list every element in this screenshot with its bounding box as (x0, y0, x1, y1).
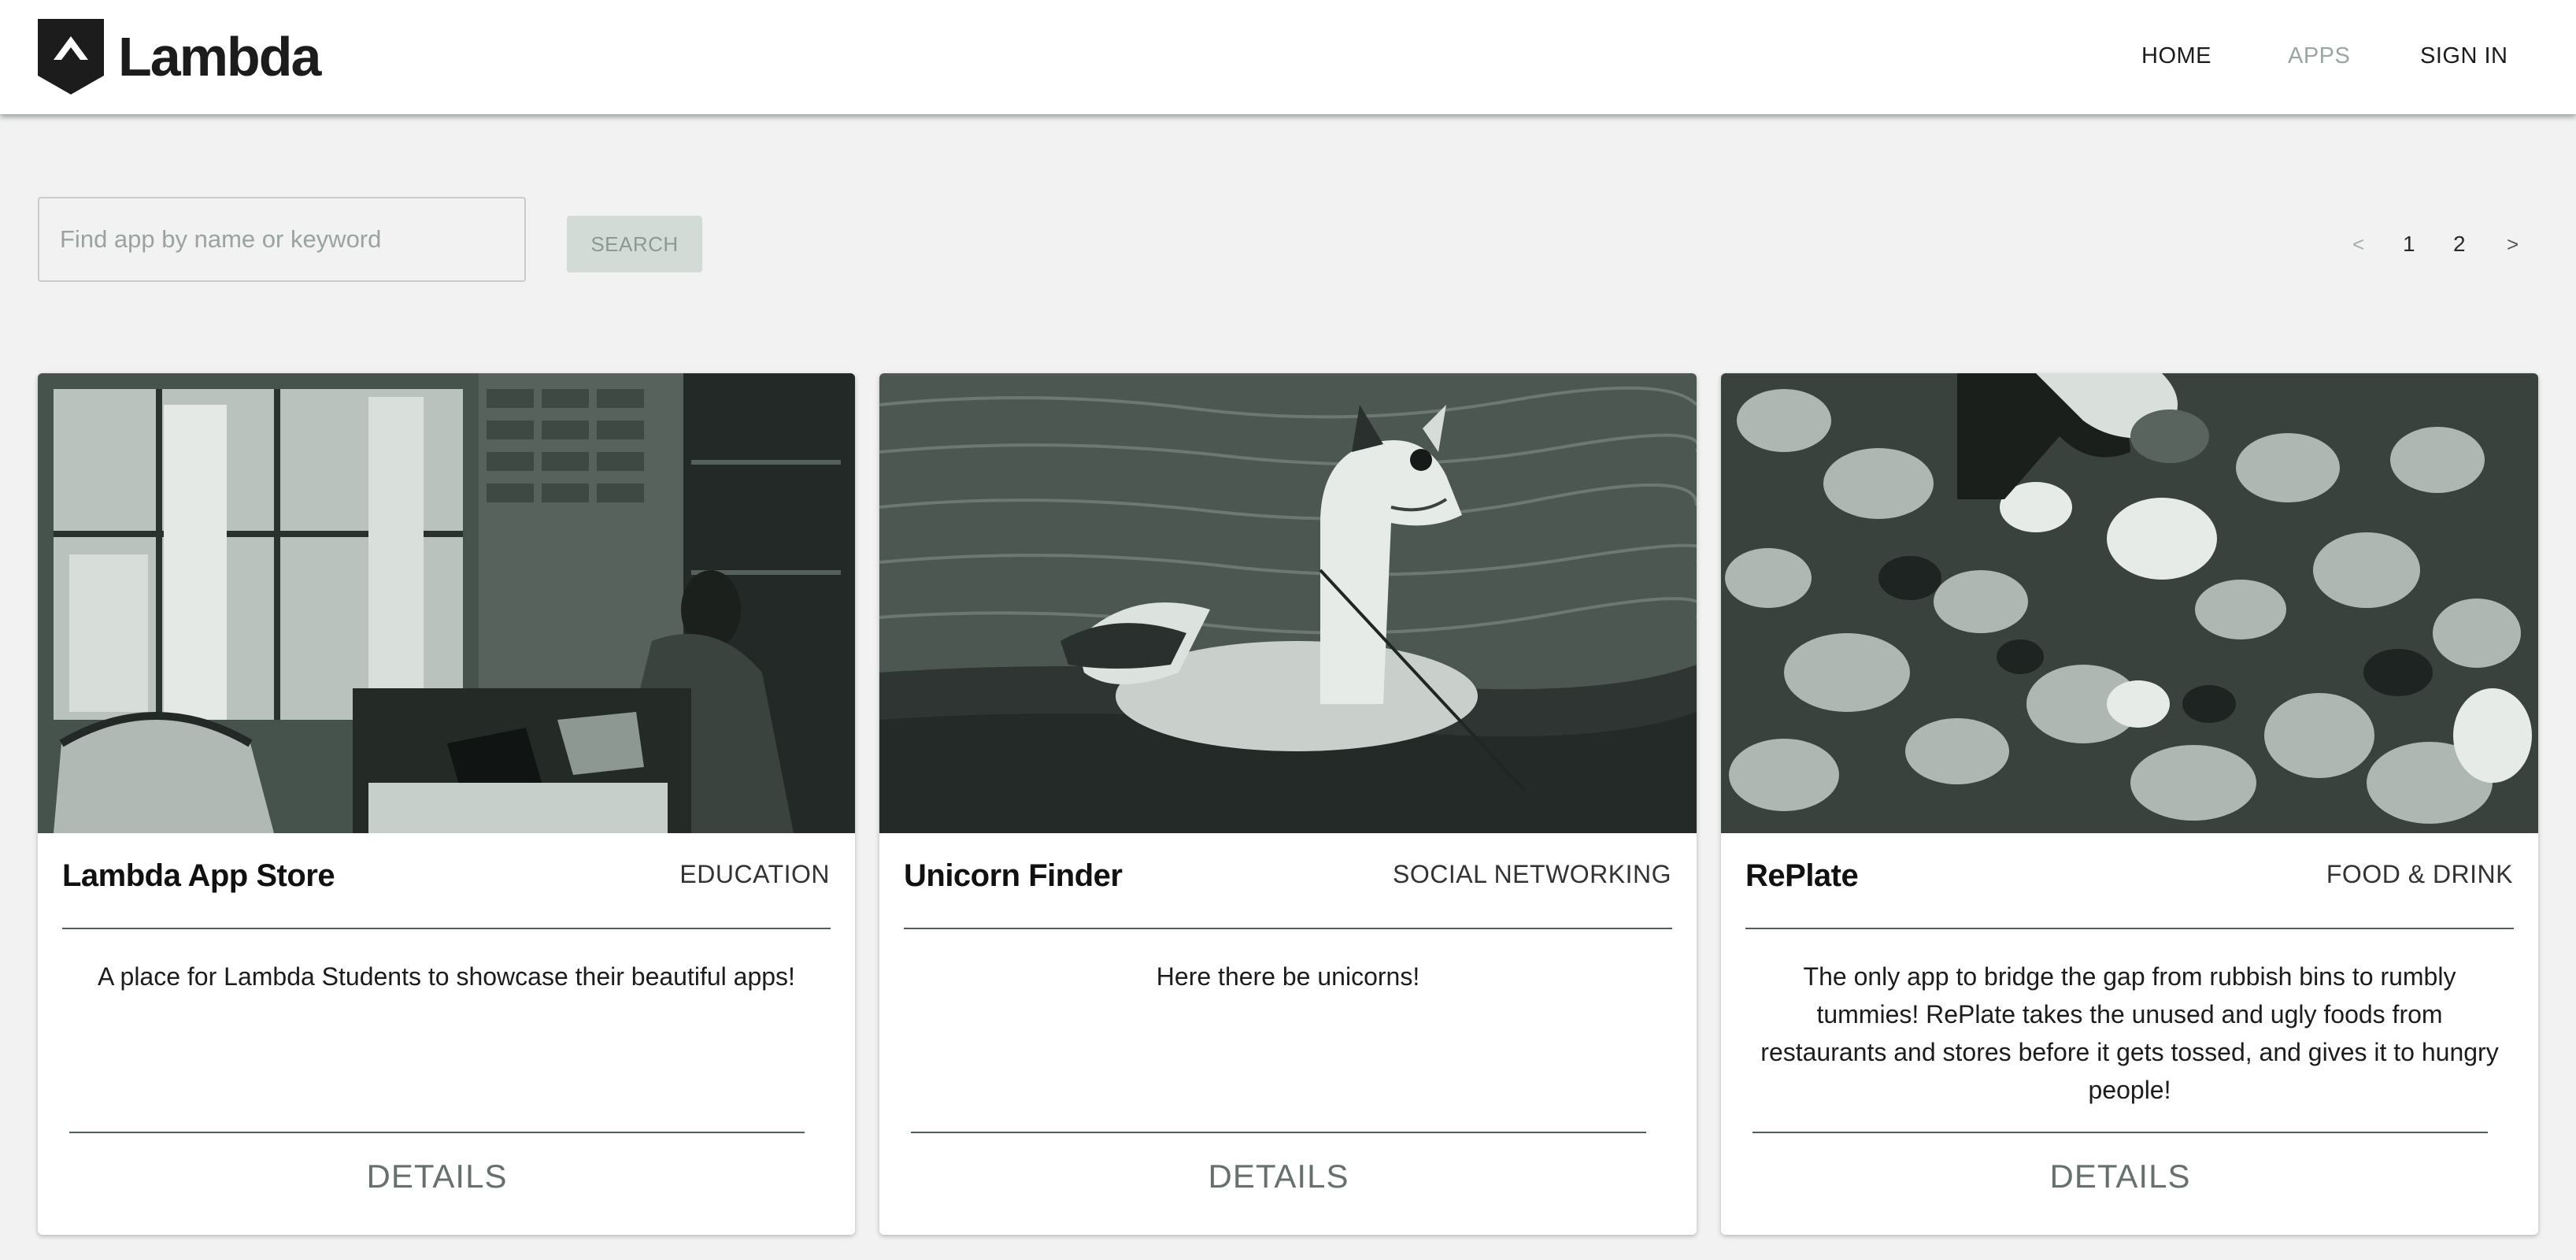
pagination-page-2[interactable]: 2 (2453, 225, 2466, 263)
brand-logo[interactable]: Lambda (38, 19, 321, 94)
pagination-prev[interactable]: < (2352, 225, 2364, 263)
app-description: Here there be unicorns! (1156, 962, 1420, 991)
app-card: RePlate FOOD & DRINK The only app to bri… (1721, 373, 2538, 1235)
search-button[interactable]: SEARCH (567, 216, 702, 272)
divider (69, 1132, 805, 1133)
divider (1752, 1132, 2488, 1133)
divider (1745, 928, 2514, 929)
app-image-cafe-laptop (38, 373, 855, 833)
app-title[interactable]: Unicorn Finder (904, 858, 1123, 894)
search-input[interactable] (38, 197, 526, 282)
nav-apps[interactable]: APPS (2288, 38, 2350, 74)
top-navbar: Lambda HOME APPS SIGN IN (0, 0, 2576, 114)
pagination-page-1[interactable]: 1 (2403, 225, 2415, 263)
brand-name: Lambda (118, 26, 321, 87)
app-image-inflatable-unicorn (879, 373, 1697, 833)
app-description: A place for Lambda Students to showcase … (98, 962, 795, 991)
details-button[interactable]: DETAILS (38, 1158, 836, 1195)
lambda-shield-icon (38, 19, 104, 94)
nav-sign-in[interactable]: SIGN IN (2420, 38, 2508, 74)
divider (62, 928, 831, 929)
divider (904, 928, 1672, 929)
app-category: FOOD & DRINK (2326, 860, 2513, 888)
divider (911, 1132, 1646, 1133)
app-category: SOCIAL NETWORKING (1392, 860, 1671, 888)
app-title[interactable]: Lambda App Store (62, 858, 335, 894)
app-title[interactable]: RePlate (1745, 858, 1859, 894)
pagination-next[interactable]: > (2507, 225, 2519, 263)
app-category: EDUCATION (679, 860, 830, 888)
app-description: The only app to bridge the gap from rubb… (1760, 962, 2499, 1104)
app-card: Lambda App Store EDUCATION A place for L… (38, 373, 855, 1235)
app-image-beach-pebbles (1721, 373, 2538, 833)
nav-home[interactable]: HOME (2141, 38, 2211, 74)
details-button[interactable]: DETAILS (879, 1158, 1678, 1195)
app-card: Unicorn Finder SOCIAL NETWORKING Here th… (879, 373, 1697, 1235)
details-button[interactable]: DETAILS (1721, 1158, 2519, 1195)
